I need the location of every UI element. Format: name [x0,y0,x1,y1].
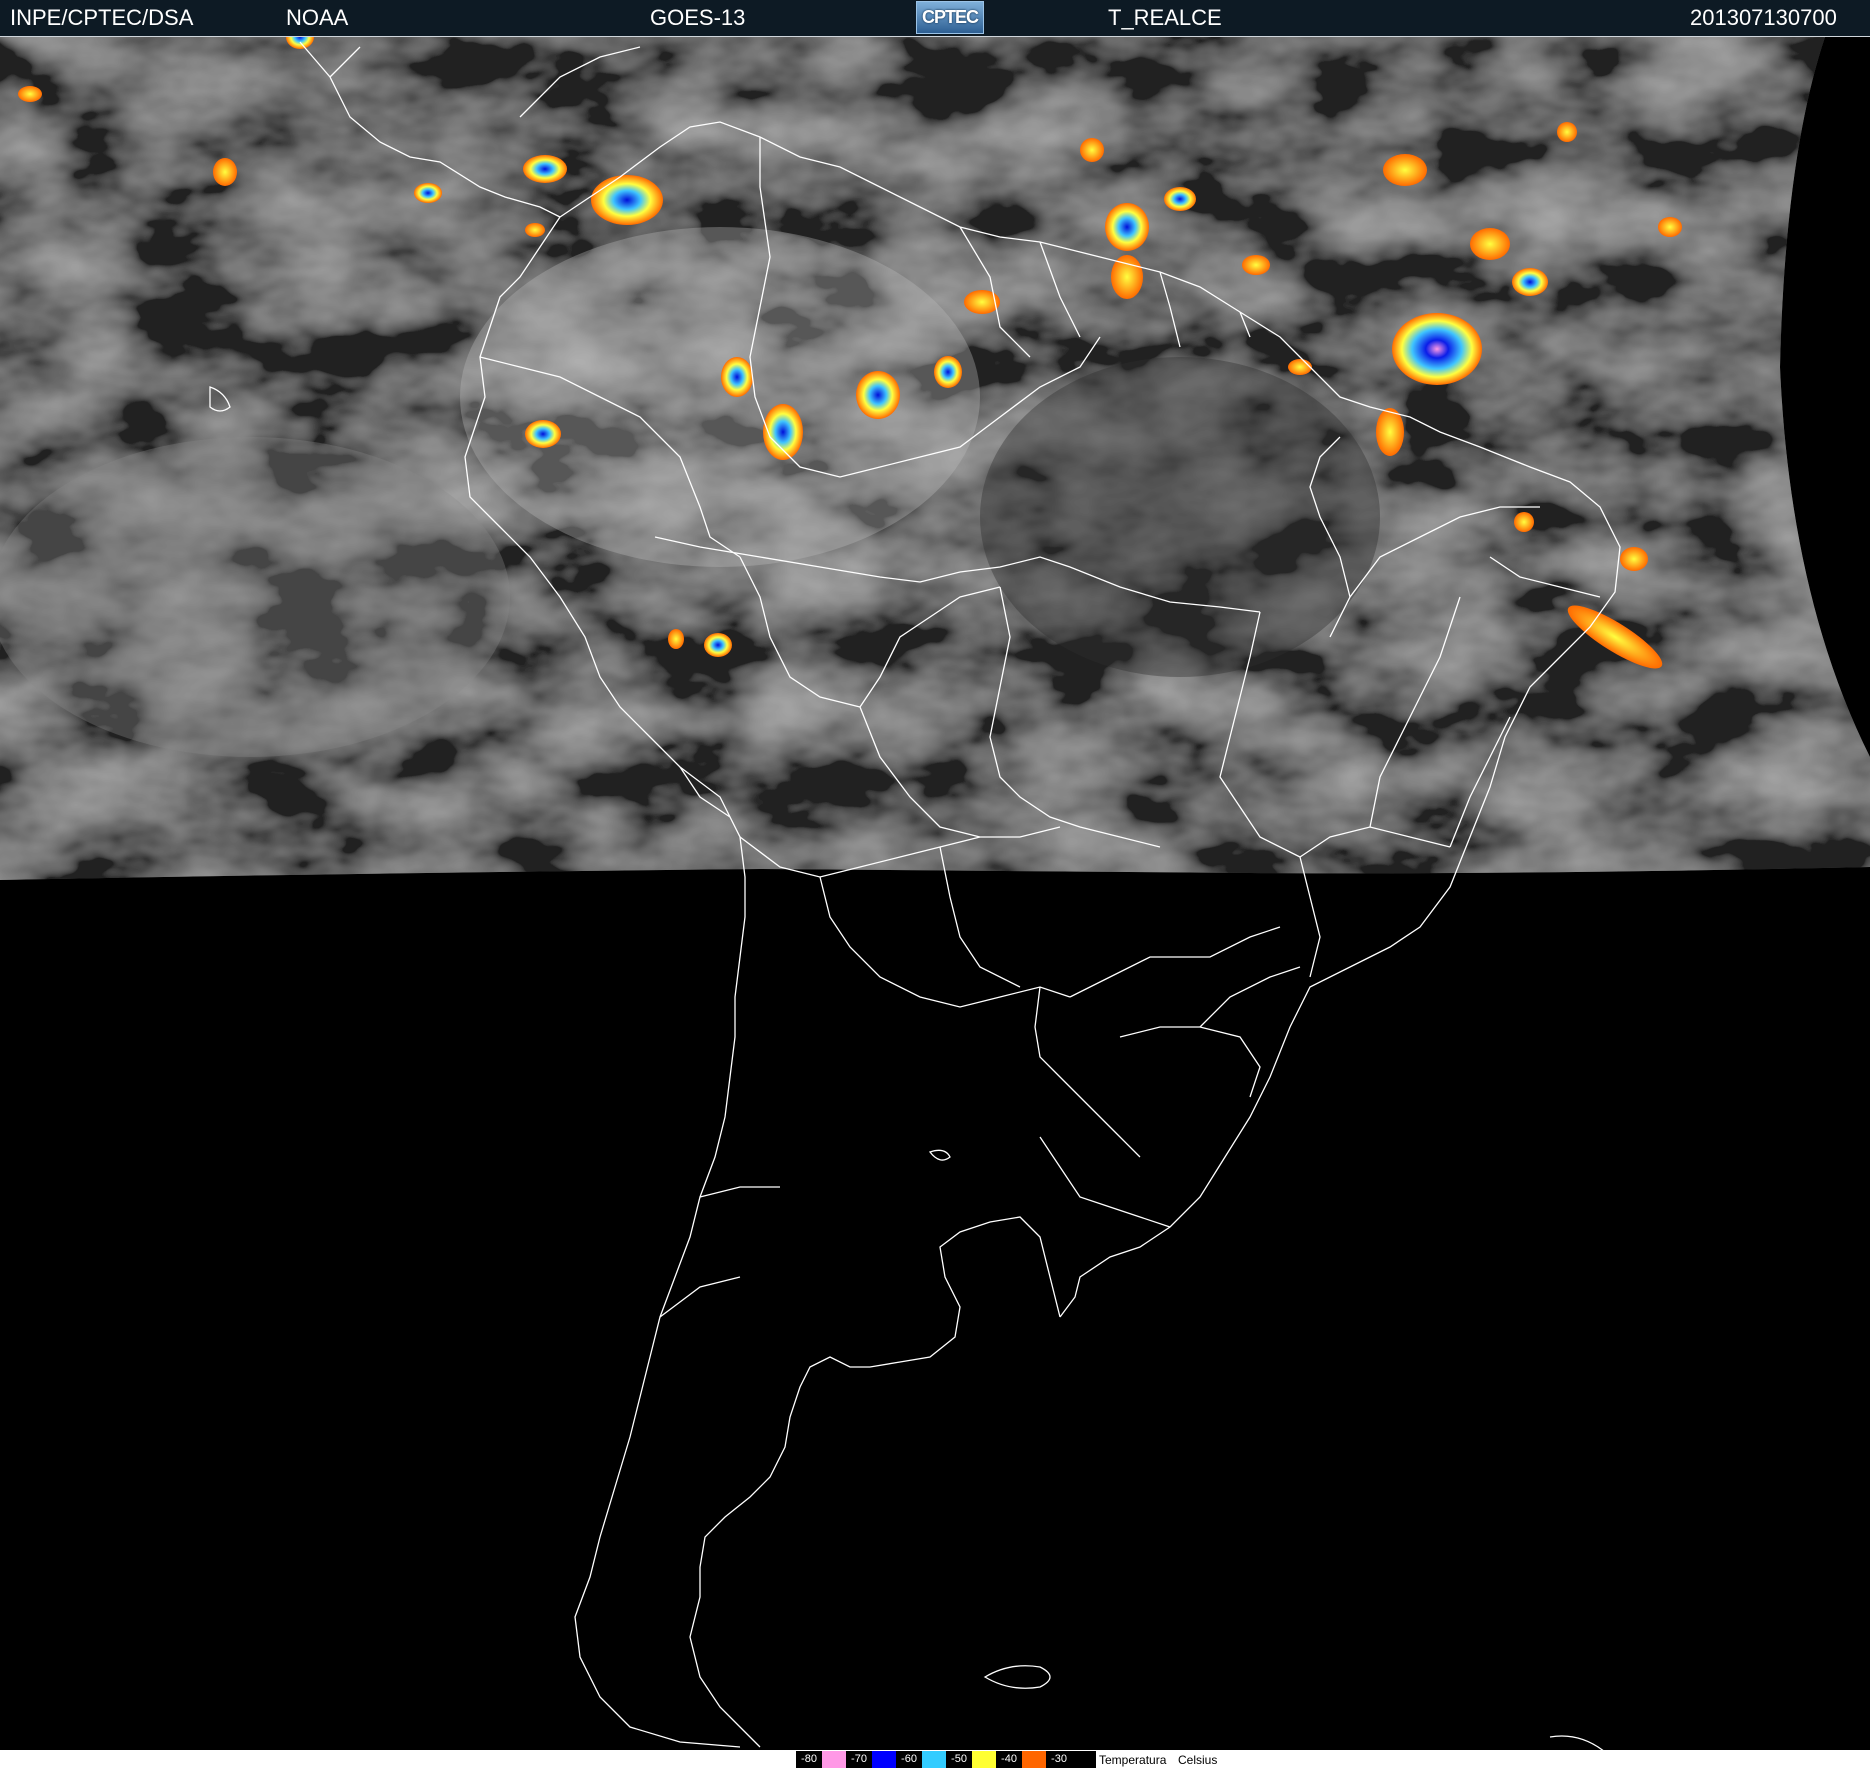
source-label: INPE/CPTEC/DSA [10,5,194,30]
infrared-imagery [0,37,1870,880]
header-bar: INPE/CPTEC/DSA NOAA GOES-13 CPTEC T_REAL… [0,0,1870,37]
legend-swatch-color [822,1751,846,1768]
legend-swatch-color [872,1751,896,1768]
datetime-label: 201307130700 [1690,5,1837,30]
legend-unit: Celsius [1178,1753,1218,1767]
product-label: T_REALCE [1108,5,1222,30]
cptec-logo: CPTEC [916,1,984,34]
legend-swatch-color [1072,1751,1096,1768]
legend-swatch-color [1022,1751,1046,1768]
legend-swatch-label: -60 [896,1751,922,1768]
legend-title: Temperatura [1099,1753,1167,1767]
legend-swatch: -80 [796,1751,846,1768]
legend-swatch-color [972,1751,996,1768]
legend-swatch: -70 [846,1751,896,1768]
legend-swatch: -40 [996,1751,1046,1768]
legend-swatch: -30 [1046,1751,1096,1768]
legend-swatch-label: -30 [1046,1751,1072,1768]
legend-swatch: -60 [896,1751,946,1768]
agency-label: NOAA [286,5,349,30]
satellite-label: GOES-13 [650,5,746,30]
legend-swatch-color [922,1751,946,1768]
temperature-legend: -80 -70 -60 -50 -40 -30 Temperatura Celsius [0,1750,1870,1770]
legend-swatch-label: -70 [846,1751,872,1768]
legend-swatch-label: -40 [996,1751,1022,1768]
legend-swatch: -50 [946,1751,996,1768]
legend-swatch-label: -50 [946,1751,972,1768]
satellite-map [0,37,1870,1750]
legend-swatch-label: -80 [796,1751,822,1768]
